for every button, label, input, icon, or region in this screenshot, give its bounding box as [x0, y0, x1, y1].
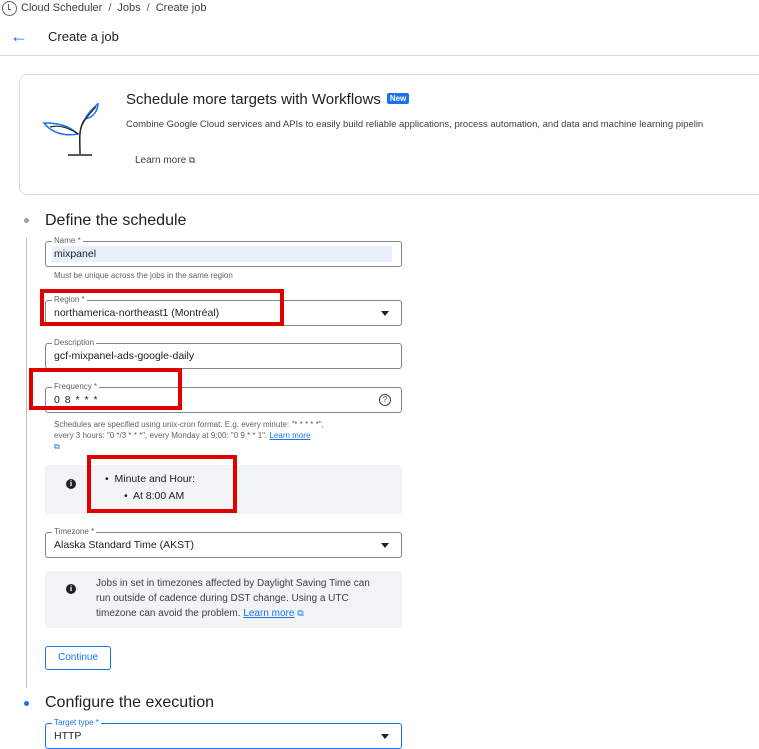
plant-illustration-icon — [42, 102, 99, 156]
cron-learn-more-link[interactable]: Learn more — [269, 431, 310, 440]
external-link-icon: ⧉ — [188, 155, 196, 165]
name-input[interactable]: mixpanel — [54, 248, 96, 260]
target-type-value: HTTP — [54, 730, 82, 742]
breadcrumb-jobs[interactable]: Jobs — [117, 2, 140, 14]
step-indicator-1 — [24, 218, 29, 223]
frequency-highlight-box — [29, 368, 182, 410]
step-title-define-schedule[interactable]: Define the schedule — [45, 212, 186, 230]
external-link-icon[interactable]: ⧉ — [297, 608, 303, 618]
breadcrumb-cloud-scheduler[interactable]: Cloud Scheduler — [21, 2, 102, 14]
dst-info-text: Jobs in set in timezones affected by Day… — [96, 578, 370, 619]
help-icon[interactable]: ? — [379, 394, 391, 406]
timezone-dropdown-icon — [381, 543, 389, 548]
new-badge: New — [386, 93, 410, 104]
description-label: Description — [52, 338, 97, 348]
timezone-select[interactable]: Timezone * Alaska Standard Time (AKST) — [45, 527, 402, 558]
dst-info-box: i Jobs in set in timezones affected by D… — [45, 571, 402, 628]
page-header: ← Create a job — [0, 18, 759, 56]
name-field[interactable]: Name * mixpanel — [45, 236, 402, 267]
info-icon: i — [66, 479, 76, 489]
breadcrumb-create-job: Create job — [155, 2, 207, 14]
external-link-icon[interactable]: ⧉ — [54, 441, 394, 452]
promo-description: Combine Google Cloud services and APIs t… — [126, 119, 704, 130]
name-hint: Must be unique across the jobs in the sa… — [54, 271, 233, 280]
frequency-hint: Schedules are specified using unix-cron … — [54, 419, 394, 452]
region-dropdown-icon — [381, 311, 389, 316]
timezone-value: Alaska Standard Time (AKST) — [54, 539, 195, 551]
schedule-info-highlight-box — [87, 455, 237, 513]
breadcrumb-separator: / — [146, 2, 150, 14]
promo-title: Schedule more targets with Workflows New — [126, 91, 410, 108]
region-highlight-box — [40, 289, 284, 326]
page-title: Create a job — [48, 29, 119, 44]
promo-learn-more-link[interactable]: Learn more ⧉ — [135, 155, 195, 166]
step-connector-line — [26, 238, 27, 688]
name-autofill-highlight — [52, 246, 392, 262]
name-label: Name * — [52, 236, 83, 246]
target-type-label: Target type * — [52, 718, 101, 728]
description-input[interactable]: gcf-mixpanel-ads-google-daily — [54, 350, 194, 362]
breadcrumb-separator: / — [108, 2, 112, 14]
workflows-promo-card: Schedule more targets with Workflows New … — [19, 74, 759, 195]
back-arrow-icon[interactable]: ← — [10, 26, 30, 46]
cloud-scheduler-logo-icon — [2, 0, 17, 16]
step-indicator-2 — [24, 701, 29, 706]
description-field[interactable]: Description gcf-mixpanel-ads-google-dail… — [45, 338, 402, 369]
breadcrumb: Cloud Scheduler / Jobs / Create job — [0, 0, 206, 16]
continue-button[interactable]: Continue — [45, 646, 111, 670]
timezone-label: Timezone * — [52, 527, 97, 537]
info-icon: i — [66, 584, 76, 594]
dst-learn-more-link[interactable]: Learn more — [243, 608, 294, 619]
step-title-configure-execution[interactable]: Configure the execution — [45, 694, 214, 712]
target-type-select[interactable]: Target type * HTTP — [45, 718, 402, 749]
